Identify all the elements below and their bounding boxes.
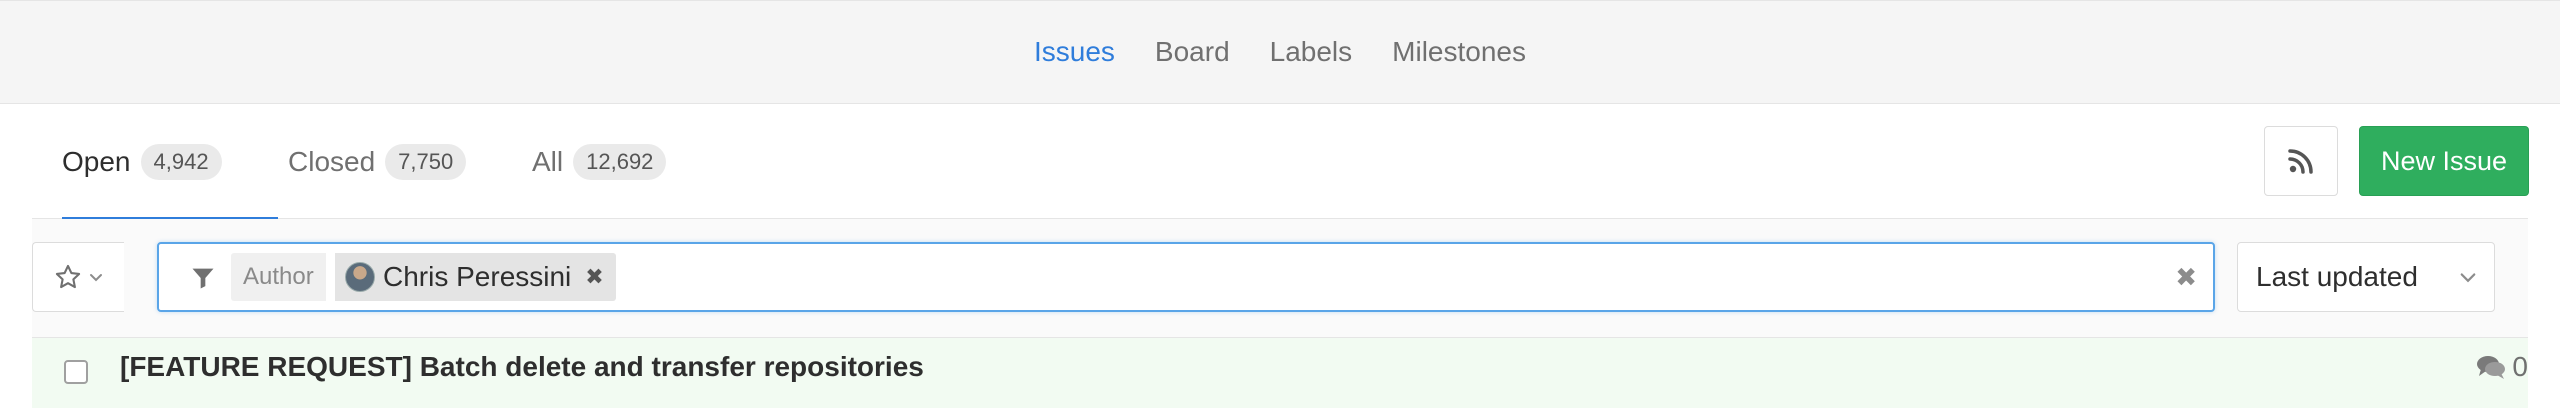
avatar: [345, 262, 375, 292]
filter-token-author[interactable]: Author: [231, 253, 326, 301]
subnav-board[interactable]: Board: [1155, 36, 1230, 68]
star-icon: [55, 264, 80, 289]
issue-checkbox[interactable]: [64, 360, 88, 384]
rss-button[interactable]: [2264, 126, 2338, 196]
tab-all[interactable]: All 12,692: [532, 104, 667, 219]
tab-closed-label: Closed: [288, 145, 376, 177]
sort-dropdown-label: Last updated: [2256, 261, 2418, 292]
chevron-down-icon: [89, 274, 102, 282]
remove-token-icon[interactable]: ✖: [585, 264, 603, 290]
recent-searches-dropdown[interactable]: [32, 242, 124, 312]
tab-all-label: All: [532, 145, 564, 177]
subnav-milestones[interactable]: Milestones: [1392, 36, 1526, 68]
state-tabs: Open 4,942 Closed 7,750 All 12,692: [32, 104, 2528, 220]
rss-icon: [2288, 149, 2313, 174]
tab-closed-count: 7,750: [385, 143, 467, 180]
tab-open-count: 4,942: [140, 143, 222, 180]
issue-row: [FEATURE REQUEST] Batch delete and trans…: [32, 338, 2528, 408]
filtered-search-input[interactable]: Author Chris Peressini ✖ ✖: [157, 242, 2215, 312]
new-issue-button[interactable]: New Issue: [2359, 126, 2529, 196]
tab-all-count: 12,692: [573, 143, 667, 180]
subnav-labels[interactable]: Labels: [1270, 36, 1353, 68]
issue-comments-count: 0: [2512, 351, 2528, 382]
filter-token-value[interactable]: Chris Peressini ✖: [335, 253, 616, 301]
comments-icon: [2477, 356, 2506, 379]
tab-closed[interactable]: Closed 7,750: [288, 104, 467, 219]
clear-search-icon[interactable]: ✖: [2175, 262, 2197, 293]
filter-token-value-label: Chris Peressini: [383, 261, 572, 292]
subnav-issues[interactable]: Issues: [1034, 36, 1115, 68]
subnav: Issues Board Labels Milestones: [0, 0, 2560, 104]
chevron-down-icon: [2460, 273, 2476, 283]
issue-title[interactable]: [FEATURE REQUEST] Batch delete and trans…: [120, 338, 924, 396]
sort-dropdown[interactable]: Last updated: [2237, 242, 2495, 312]
filter-icon: [192, 268, 214, 289]
tab-open-label: Open: [62, 145, 131, 177]
tab-open[interactable]: Open 4,942: [62, 104, 278, 220]
issue-comments[interactable]: 0: [2476, 338, 2528, 396]
